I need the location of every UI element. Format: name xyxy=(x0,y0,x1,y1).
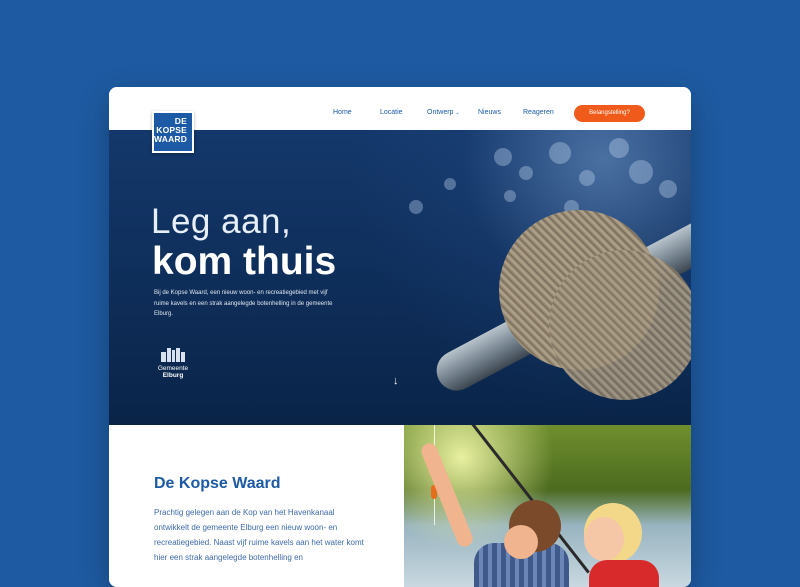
crest-icon xyxy=(161,348,185,362)
bokeh-light xyxy=(444,178,456,190)
nav-item-locatie[interactable]: Locatie xyxy=(380,109,403,116)
bokeh-light xyxy=(579,170,595,186)
boy-face xyxy=(504,525,538,559)
chevron-down-icon: ⌄ xyxy=(455,110,460,116)
bokeh-light xyxy=(659,180,677,198)
nav-item-ontwerp[interactable]: Ontwerp ⌄ xyxy=(427,109,460,116)
nav-item-reageren[interactable]: Reageren xyxy=(523,109,554,116)
bokeh-light xyxy=(609,138,629,158)
bokeh-light xyxy=(549,142,571,164)
gemeente-label: Gemeente xyxy=(157,365,189,372)
browser-frame: Leg aan, kom thuis Bij de Kopse Waard, e… xyxy=(109,87,691,587)
nav-item-ontwerp-label: Ontwerp xyxy=(427,109,454,116)
girl-face xyxy=(584,517,624,561)
hero-title-light: Leg aan, xyxy=(151,202,292,241)
hero-section: Leg aan, kom thuis Bij de Kopse Waard, e… xyxy=(109,130,691,425)
bokeh-light xyxy=(494,148,512,166)
gemeente-elburg-logo[interactable]: Gemeente Elburg xyxy=(153,348,193,379)
boy-arm xyxy=(418,441,476,549)
elburg-label: Elburg xyxy=(162,372,184,379)
girl-shirt xyxy=(589,560,659,587)
bokeh-light xyxy=(519,166,533,180)
belangstelling-button[interactable]: Belangstelling? xyxy=(574,105,645,122)
arrow-down-icon[interactable]: ↓ xyxy=(393,375,399,387)
fishing-kids-photo xyxy=(404,425,691,587)
section-title: De Kopse Waard xyxy=(154,475,281,492)
bokeh-light xyxy=(629,160,653,184)
logo-line: WAARD xyxy=(154,134,188,144)
bokeh-light xyxy=(504,190,516,202)
section-body: Prachtig gelegen aan de Kop van het Have… xyxy=(154,508,364,562)
bokeh-light xyxy=(409,200,423,214)
nav-item-nieuws[interactable]: Nieuws xyxy=(478,109,501,116)
site-logo[interactable]: DE KOPSE WAARD xyxy=(152,111,194,153)
rope-knot xyxy=(549,250,691,400)
nav-item-home[interactable]: Home xyxy=(333,109,352,116)
hero-intro-text: Bij de Kopse Waard, een nieuw woon- en r… xyxy=(154,290,333,317)
hero-title-bold: kom thuis xyxy=(152,240,337,283)
intro-section: De Kopse Waard Prachtig gelegen aan de K… xyxy=(109,425,404,587)
top-navigation: Home Locatie Ontwerp ⌄ Nieuws Reageren B… xyxy=(109,87,691,130)
